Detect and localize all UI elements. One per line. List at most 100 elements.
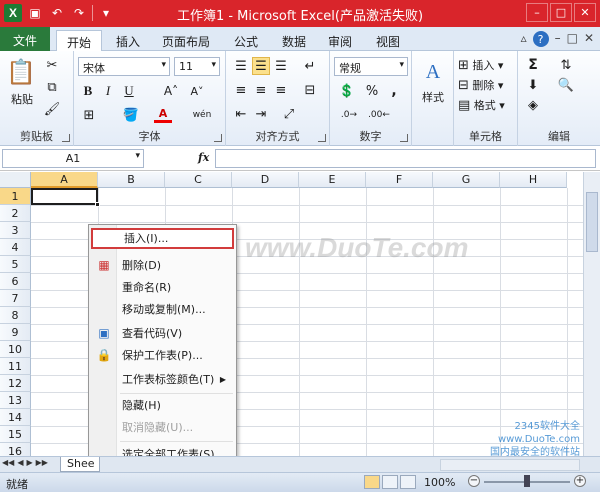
workbook-minimize-button[interactable]: –: [555, 31, 561, 47]
tab-view[interactable]: 视图: [366, 30, 410, 51]
column-header[interactable]: C: [165, 172, 232, 188]
row-header[interactable]: 14: [0, 409, 31, 426]
styles-icon[interactable]: A: [420, 59, 446, 85]
column-header[interactable]: A: [31, 172, 98, 188]
align-bottom-icon[interactable]: ☰: [272, 57, 290, 75]
column-header[interactable]: G: [433, 172, 500, 188]
increase-decimal-icon[interactable]: .0→: [336, 107, 362, 123]
menu-item-tab-color[interactable]: 工作表标签颜色(T) ▶: [91, 369, 234, 390]
row-header[interactable]: 13: [0, 392, 31, 409]
workbook-restore-button[interactable]: □: [567, 31, 578, 47]
zoom-level[interactable]: 100%: [424, 476, 455, 489]
ribbon-collapse-icon[interactable]: ▵: [521, 31, 527, 47]
row-header[interactable]: 15: [0, 426, 31, 443]
font-color-button[interactable]: A: [154, 107, 172, 123]
tab-insert[interactable]: 插入: [106, 30, 150, 51]
row-header[interactable]: 9: [0, 324, 31, 341]
find-select-icon[interactable]: 🔍: [554, 77, 578, 93]
zoom-in-button[interactable]: +: [574, 475, 586, 487]
decrease-decimal-icon[interactable]: .00←: [366, 107, 392, 123]
format-cells-button[interactable]: ▤ 格式 ▾: [458, 97, 514, 113]
row-header[interactable]: 7: [0, 290, 31, 307]
autosum-button[interactable]: Σ: [524, 57, 542, 73]
fill-handle[interactable]: [95, 202, 100, 207]
number-launcher-icon[interactable]: [400, 134, 408, 142]
row-header[interactable]: 1: [0, 188, 31, 205]
font-family-select[interactable]: 宋体 ▾: [78, 57, 170, 76]
align-right-icon[interactable]: ≡: [272, 81, 290, 99]
insert-cells-button[interactable]: ⊞ 插入 ▾: [458, 57, 514, 73]
alignment-launcher-icon[interactable]: [318, 134, 326, 142]
menu-item-insert[interactable]: 插入(I)...: [91, 228, 234, 249]
menu-item-hide[interactable]: 隐藏(H): [91, 395, 234, 416]
tab-formulas[interactable]: 公式: [224, 30, 268, 51]
column-header[interactable]: F: [366, 172, 433, 188]
paste-button[interactable]: 粘贴: [6, 91, 38, 107]
page-layout-view-button[interactable]: [382, 475, 398, 489]
align-top-icon[interactable]: ☰: [232, 57, 250, 75]
borders-icon[interactable]: ⊞: [80, 107, 98, 123]
percent-button[interactable]: %: [364, 83, 380, 99]
tab-file[interactable]: 文件: [0, 27, 50, 51]
active-cell[interactable]: [31, 188, 100, 207]
select-all-corner[interactable]: [0, 172, 31, 188]
zoom-slider[interactable]: − +: [468, 475, 586, 489]
close-button[interactable]: ✕: [574, 3, 596, 22]
first-sheet-icon[interactable]: ◀◀: [2, 458, 14, 467]
tab-page-layout[interactable]: 页面布局: [152, 30, 220, 51]
fill-color-icon[interactable]: 🪣: [122, 107, 140, 123]
copy-icon[interactable]: ⧉: [44, 79, 60, 95]
menu-item-protect-sheet[interactable]: 🔒 保护工作表(P)...: [91, 345, 234, 366]
font-size-select[interactable]: 11 ▾: [174, 57, 220, 76]
underline-button[interactable]: U: [120, 83, 138, 99]
workbook-close-button[interactable]: ✕: [584, 31, 594, 47]
name-box[interactable]: A1 ▾: [2, 149, 144, 168]
row-header[interactable]: 12: [0, 375, 31, 392]
row-header[interactable]: 2: [0, 205, 31, 222]
align-center-icon[interactable]: ≡: [252, 81, 270, 99]
align-middle-icon[interactable]: ☰: [252, 57, 270, 75]
phonetic-button[interactable]: wén: [190, 107, 214, 123]
increase-indent-icon[interactable]: ⇥: [252, 105, 270, 123]
horizontal-scrollbar[interactable]: [440, 459, 580, 471]
minimize-button[interactable]: –: [526, 3, 548, 22]
column-header[interactable]: E: [299, 172, 366, 188]
paste-icon[interactable]: 📋: [6, 57, 36, 87]
tab-home[interactable]: 开始: [56, 30, 103, 51]
tab-review[interactable]: 审阅: [318, 30, 362, 51]
page-break-view-button[interactable]: [400, 475, 416, 489]
shrink-font-button[interactable]: A˅: [186, 83, 208, 99]
row-header[interactable]: 8: [0, 307, 31, 324]
clipboard-launcher-icon[interactable]: [62, 134, 70, 142]
menu-item-delete[interactable]: ▦ 删除(D): [91, 255, 234, 276]
delete-cells-button[interactable]: ⊟ 删除 ▾: [458, 77, 514, 93]
vertical-scrollbar[interactable]: [583, 172, 600, 456]
zoom-out-button[interactable]: −: [468, 475, 480, 487]
row-header[interactable]: 4: [0, 239, 31, 256]
grow-font-button[interactable]: A˄: [160, 83, 182, 99]
number-format-select[interactable]: 常规 ▾: [334, 57, 408, 76]
last-sheet-icon[interactable]: ▶▶: [36, 458, 48, 467]
comma-button[interactable]: ,: [386, 83, 402, 99]
help-icon[interactable]: ?: [532, 31, 549, 47]
row-header[interactable]: 11: [0, 358, 31, 375]
menu-item-move-copy[interactable]: 移动或复制(M)...: [91, 299, 234, 320]
orientation-icon[interactable]: ⤢: [278, 105, 300, 123]
format-painter-icon[interactable]: 🖌: [44, 101, 61, 117]
cut-icon[interactable]: ✂: [44, 57, 60, 73]
prev-sheet-icon[interactable]: ◀: [17, 458, 23, 467]
tab-data[interactable]: 数据: [272, 30, 316, 51]
column-header[interactable]: H: [500, 172, 567, 188]
decrease-indent-icon[interactable]: ⇤: [232, 105, 250, 123]
merge-center-icon[interactable]: ⊟: [300, 81, 320, 99]
align-left-icon[interactable]: ≡: [232, 81, 250, 99]
menu-item-rename[interactable]: 重命名(R): [91, 277, 234, 298]
font-launcher-icon[interactable]: [214, 134, 222, 142]
styles-button[interactable]: 样式: [414, 89, 452, 105]
insert-function-button[interactable]: fx: [198, 151, 209, 164]
menu-item-view-code[interactable]: ▣ 查看代码(V): [91, 323, 234, 344]
formula-input[interactable]: [215, 149, 596, 168]
column-header[interactable]: B: [98, 172, 165, 188]
clear-icon[interactable]: ◈: [524, 97, 542, 113]
italic-button[interactable]: I: [100, 83, 116, 99]
